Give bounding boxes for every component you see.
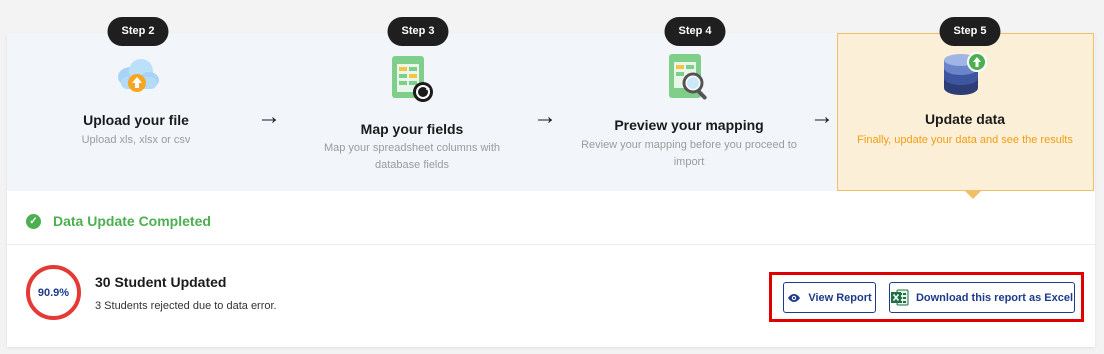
cloud-upload-icon [109,53,163,102]
check-circle-icon: ✓ [26,213,41,229]
divider [7,244,1095,245]
step-2-desc: Upload xls, xlsx or csv [81,134,191,146]
status-banner: ✓ Data Update Completed [26,213,211,229]
document-search-icon [666,52,714,109]
view-report-button[interactable]: View Report [783,282,876,313]
step-3-badge: Step 3 [387,17,449,46]
download-excel-label: Download this report as Excel [915,291,1074,304]
active-step-caret [965,191,981,199]
step-5-badge: Step 5 [939,17,1001,46]
view-report-label: View Report [808,291,872,304]
step-5-title: Update data [924,111,1006,127]
spreadsheet-sync-icon [389,54,435,111]
step-2-title: Upload your file [83,112,189,128]
database-upload-icon [939,52,989,105]
eye-icon [788,293,801,302]
excel-icon [890,289,909,306]
step-4-desc: Review your mapping before you proceed t… [581,139,797,168]
percent-value: 90.9% [37,286,70,299]
arrow-right-icon: → [810,103,834,130]
step-3-title: Map your fields [360,121,464,137]
step-3-desc: Map your spreadsheet columns with databa… [323,142,501,171]
step-4-badge: Step 4 [664,17,726,46]
status-text: Data Update Completed [53,213,211,229]
result-subtitle: 3 Students rejected due to data error. [95,300,277,312]
arrow-right-icon: → [257,103,281,130]
step-4-title: Preview your mapping [614,117,764,133]
percent-ring: 90.9% [26,265,81,320]
step-2-badge: Step 2 [107,17,169,46]
download-excel-button[interactable]: Download this report as Excel [889,282,1075,313]
result-title: 30 Student Updated [95,274,227,290]
step-5-desc: Finally, update your data and see the re… [857,134,1073,146]
arrow-right-icon: → [533,103,557,130]
